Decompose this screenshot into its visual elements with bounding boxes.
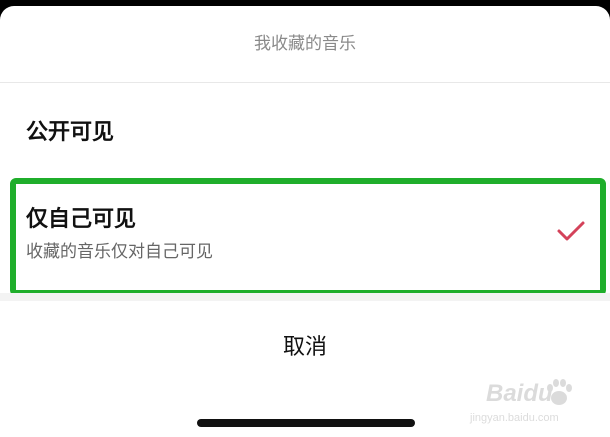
- watermark: Baidu jingyan.baidu.com: [462, 374, 602, 434]
- cancel-gap: [0, 293, 610, 301]
- bottom-sheet: 我收藏的音乐 公开可见 仅自己可见 收藏的音乐仅对自己可见 取消 Baidu j…: [0, 6, 610, 437]
- option-public[interactable]: 公开可见: [0, 83, 610, 175]
- watermark-url: jingyan.baidu.com: [470, 412, 559, 424]
- checkmark-icon: [557, 221, 585, 241]
- home-indicator: [197, 419, 415, 427]
- option-private[interactable]: 仅自己可见 收藏的音乐仅对自己可见: [0, 175, 610, 296]
- option-public-label: 公开可见: [26, 120, 115, 145]
- paw-icon: [547, 379, 572, 405]
- option-private-description: 收藏的音乐仅对自己可见: [26, 242, 213, 262]
- option-private-label: 仅自己可见: [26, 207, 137, 232]
- sheet-title: 我收藏的音乐: [254, 34, 356, 54]
